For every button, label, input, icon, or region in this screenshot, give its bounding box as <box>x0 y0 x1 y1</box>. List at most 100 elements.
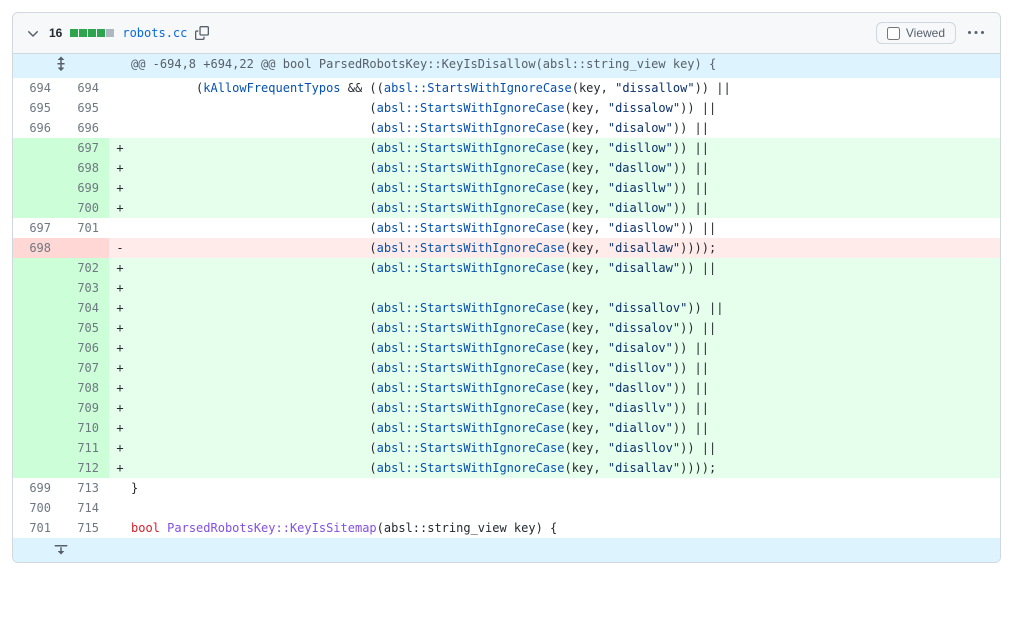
code-content: (absl::StartsWithIgnoreCase(key, "disalo… <box>131 118 1000 138</box>
old-line-number[interactable]: 695 <box>13 98 61 118</box>
diff-line: 701715 bool ParsedRobotsKey::KeyIsSitema… <box>13 518 1000 538</box>
diff-line: 703+ <box>13 278 1000 298</box>
diff-marker <box>109 78 131 98</box>
code-content: (absl::StartsWithIgnoreCase(key, "disalo… <box>131 338 1000 358</box>
new-line-number[interactable]: 709 <box>61 398 109 418</box>
old-line-number[interactable]: 698 <box>13 238 61 258</box>
code-content: (absl::StartsWithIgnoreCase(key, "dasllo… <box>131 378 1000 398</box>
diff-marker: + <box>109 258 131 278</box>
code-content: (absl::StartsWithIgnoreCase(key, "disall… <box>131 458 1000 478</box>
new-line-number[interactable]: 715 <box>61 518 109 538</box>
old-line-number[interactable] <box>13 318 61 338</box>
old-line-number[interactable] <box>13 378 61 398</box>
diff-marker: + <box>109 458 131 478</box>
old-line-number[interactable]: 699 <box>13 478 61 498</box>
old-line-number[interactable]: 697 <box>13 218 61 238</box>
expand-icon <box>13 54 109 74</box>
new-line-number[interactable]: 694 <box>61 78 109 98</box>
diff-marker: + <box>109 278 131 298</box>
diff-line: 696696 (absl::StartsWithIgnoreCase(key, … <box>13 118 1000 138</box>
viewed-checkbox[interactable] <box>887 27 900 40</box>
diffstat-added-block <box>97 29 105 37</box>
new-line-number[interactable]: 703 <box>61 278 109 298</box>
new-line-number[interactable]: 699 <box>61 178 109 198</box>
diff-line: 710+ (absl::StartsWithIgnoreCase(key, "d… <box>13 418 1000 438</box>
chevron-down-icon[interactable] <box>25 25 41 41</box>
code-content: bool ParsedRobotsKey::KeyIsSitemap(absl:… <box>131 518 1000 538</box>
old-line-number[interactable] <box>13 178 61 198</box>
code-content <box>131 498 1000 518</box>
old-line-number[interactable] <box>13 438 61 458</box>
diff-marker: + <box>109 158 131 178</box>
old-line-number[interactable] <box>13 298 61 318</box>
code-content <box>131 278 1000 298</box>
hunk-header-text: @@ -694,8 +694,22 @@ bool ParsedRobotsKe… <box>131 54 1000 78</box>
diff-line: 698- (absl::StartsWithIgnoreCase(key, "d… <box>13 238 1000 258</box>
hunk-header-row: @@ -694,8 +694,22 @@ bool ParsedRobotsKe… <box>13 54 1000 78</box>
diff-marker: + <box>109 138 131 158</box>
new-line-number[interactable] <box>61 238 109 258</box>
code-content: (absl::StartsWithIgnoreCase(key, "dissal… <box>131 98 1000 118</box>
diff-line: 697701 (absl::StartsWithIgnoreCase(key, … <box>13 218 1000 238</box>
new-line-number[interactable]: 701 <box>61 218 109 238</box>
old-line-number[interactable] <box>13 458 61 478</box>
old-line-number[interactable] <box>13 358 61 378</box>
new-line-number[interactable]: 711 <box>61 438 109 458</box>
diff-marker <box>109 118 131 138</box>
code-content: (absl::StartsWithIgnoreCase(key, "disall… <box>131 258 1000 278</box>
viewed-toggle[interactable]: Viewed <box>876 22 956 44</box>
new-line-number[interactable]: 714 <box>61 498 109 518</box>
code-content: } <box>131 478 1000 498</box>
new-line-number[interactable]: 702 <box>61 258 109 278</box>
old-line-number[interactable] <box>13 278 61 298</box>
diffstat <box>70 29 114 37</box>
code-content: (absl::StartsWithIgnoreCase(key, "diallo… <box>131 198 1000 218</box>
old-line-number[interactable] <box>13 418 61 438</box>
change-count: 16 <box>49 26 62 40</box>
new-line-number[interactable]: 705 <box>61 318 109 338</box>
new-line-number[interactable]: 695 <box>61 98 109 118</box>
diff-line: 706+ (absl::StartsWithIgnoreCase(key, "d… <box>13 338 1000 358</box>
diffstat-neutral-block <box>106 29 114 37</box>
old-line-number[interactable]: 694 <box>13 78 61 98</box>
diff-line: 694694 (kAllowFrequentTypos && ((absl::S… <box>13 78 1000 98</box>
old-line-number[interactable] <box>13 338 61 358</box>
new-line-number[interactable]: 704 <box>61 298 109 318</box>
old-line-number[interactable] <box>13 158 61 178</box>
diff-line: 711+ (absl::StartsWithIgnoreCase(key, "d… <box>13 438 1000 458</box>
diff-line: 700+ (absl::StartsWithIgnoreCase(key, "d… <box>13 198 1000 218</box>
code-content: (absl::StartsWithIgnoreCase(key, "disall… <box>131 238 1000 258</box>
old-line-number[interactable] <box>13 138 61 158</box>
new-line-number[interactable]: 706 <box>61 338 109 358</box>
diff-line: 704+ (absl::StartsWithIgnoreCase(key, "d… <box>13 298 1000 318</box>
kebab-icon[interactable] <box>964 21 988 45</box>
expand-hunk[interactable] <box>13 54 109 78</box>
code-content: (absl::StartsWithIgnoreCase(key, "diasll… <box>131 398 1000 418</box>
new-line-number[interactable]: 700 <box>61 198 109 218</box>
diff-marker: + <box>109 398 131 418</box>
new-line-number[interactable]: 696 <box>61 118 109 138</box>
code-content: (absl::StartsWithIgnoreCase(key, "dissal… <box>131 318 1000 338</box>
new-line-number[interactable]: 713 <box>61 478 109 498</box>
filename-link[interactable]: robots.cc <box>122 26 187 40</box>
new-line-number[interactable]: 710 <box>61 418 109 438</box>
diff-line: 709+ (absl::StartsWithIgnoreCase(key, "d… <box>13 398 1000 418</box>
old-line-number[interactable] <box>13 398 61 418</box>
expand-hunk[interactable] <box>13 538 109 562</box>
diff-marker: + <box>109 198 131 218</box>
old-line-number[interactable]: 701 <box>13 518 61 538</box>
copy-icon[interactable] <box>195 26 209 40</box>
new-line-number[interactable]: 708 <box>61 378 109 398</box>
new-line-number[interactable]: 707 <box>61 358 109 378</box>
diff-line: 712+ (absl::StartsWithIgnoreCase(key, "d… <box>13 458 1000 478</box>
old-line-number[interactable]: 696 <box>13 118 61 138</box>
old-line-number[interactable] <box>13 198 61 218</box>
old-line-number[interactable]: 700 <box>13 498 61 518</box>
new-line-number[interactable]: 697 <box>61 138 109 158</box>
code-content: (absl::StartsWithIgnoreCase(key, "dissal… <box>131 298 1000 318</box>
diffstat-added-block <box>88 29 96 37</box>
old-line-number[interactable] <box>13 258 61 278</box>
new-line-number[interactable]: 712 <box>61 458 109 478</box>
diff-marker <box>109 478 131 498</box>
new-line-number[interactable]: 698 <box>61 158 109 178</box>
